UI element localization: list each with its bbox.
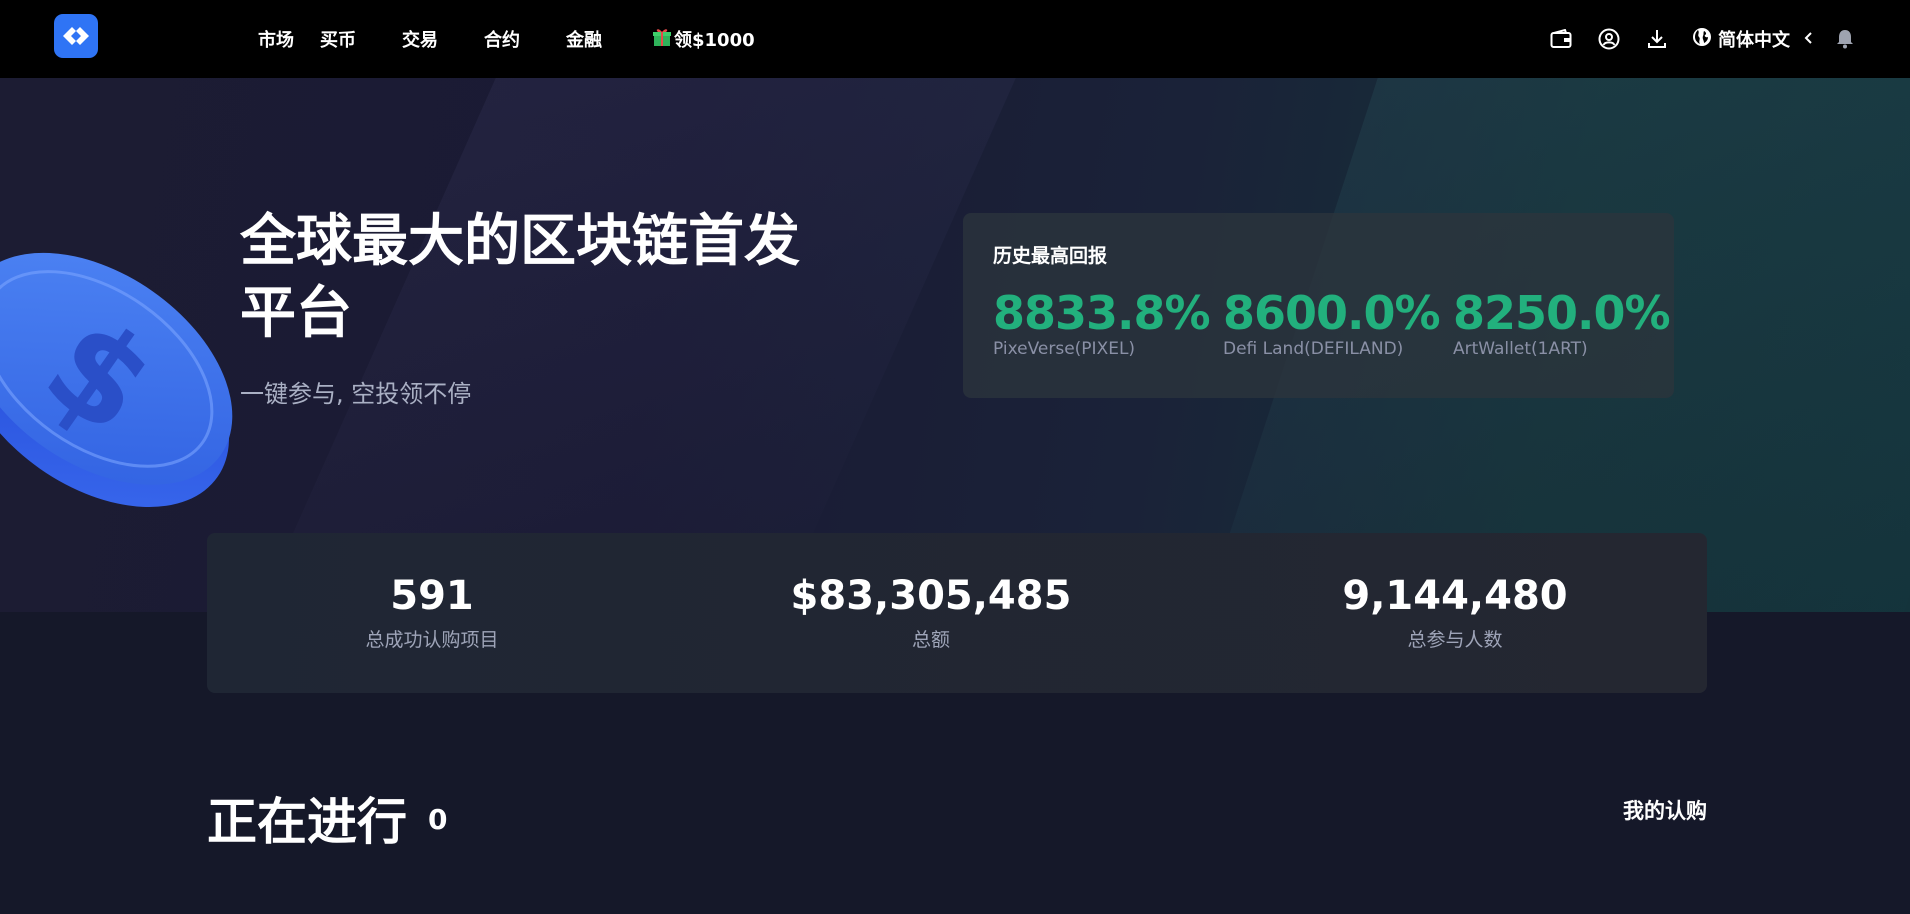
stat-label: 总参与人数: [1407, 629, 1503, 651]
stat-value: 591: [390, 573, 474, 619]
stat-label: 总额: [911, 629, 950, 651]
ongoing-count: 0: [428, 803, 448, 836]
stat-value: 9,144,480: [1342, 573, 1568, 619]
my-subscriptions-link[interactable]: 我的认购: [1623, 795, 1707, 825]
return-item-3[interactable]: 8250.0% ArtWallet(1ART): [1453, 286, 1671, 359]
top-returns-title: 历史最高回报: [993, 245, 1108, 267]
download-icon[interactable]: [1644, 26, 1670, 52]
nav-item-finance[interactable]: 金融: [566, 26, 602, 52]
top-returns-card: 历史最高回报 8833.8% PixeVerse(PIXEL) 8600.0% …: [963, 213, 1674, 398]
return-project-name: PixeVerse(PIXEL): [993, 339, 1136, 359]
return-project-name: ArtWallet(1ART): [1453, 339, 1588, 359]
logo-icon[interactable]: [54, 14, 98, 58]
dollar-coin-icon: $: [0, 198, 260, 548]
promo-label: 领$1000: [674, 30, 755, 51]
user-icon[interactable]: [1596, 26, 1622, 52]
header-tools: 简体中文: [1548, 0, 1858, 78]
globe-icon: [1692, 27, 1712, 52]
chevron-left-icon: [1804, 29, 1814, 50]
nav-item-market[interactable]: 市场: [258, 26, 294, 52]
hero-subtitle: 一键参与, 空投领不停: [240, 380, 472, 408]
stat-total-amount: $83,305,485 总额: [731, 571, 1131, 652]
language-selector[interactable]: 简体中文: [1692, 26, 1814, 52]
bell-icon[interactable]: [1832, 26, 1858, 52]
return-item-1[interactable]: 8833.8% PixeVerse(PIXEL): [993, 286, 1211, 359]
main-nav: 市场 买币 交易 合约 金融 领$1000: [258, 0, 755, 78]
stat-projects: 591 总成功认购项目: [232, 571, 632, 652]
hero-title: 全球最大的区块链首发平台: [240, 209, 800, 346]
stat-participants: 9,144,480 总参与人数: [1255, 571, 1655, 652]
language-label: 简体中文: [1718, 30, 1790, 51]
top-navigation-bar: 市场 买币 交易 合约 金融 领$1000 简体中文: [0, 0, 1910, 78]
nav-item-futures[interactable]: 合约: [484, 26, 520, 52]
return-item-2[interactable]: 8600.0% Defi Land(DEFILAND): [1223, 286, 1441, 359]
wallet-icon[interactable]: [1548, 26, 1574, 52]
gift-icon: [652, 27, 672, 52]
ongoing-section-title: 正在进行: [207, 793, 407, 851]
nav-item-trade[interactable]: 交易: [402, 26, 438, 52]
platform-stats: 591 总成功认购项目 $83,305,485 总额 9,144,480 总参与…: [207, 533, 1707, 693]
return-project-name: Defi Land(DEFILAND): [1223, 339, 1404, 359]
stat-value: $83,305,485: [790, 573, 1072, 619]
nav-item-buy-crypto[interactable]: 买币: [320, 26, 356, 52]
return-percent: 8833.8%: [993, 286, 1211, 340]
return-percent: 8250.0%: [1453, 286, 1671, 340]
return-percent: 8600.0%: [1223, 286, 1441, 340]
hero-banner: $ 全球最大的区块链首发平台 一键参与, 空投领不停 历史最高回报 8833.8…: [0, 78, 1910, 612]
stat-label: 总成功认购项目: [365, 629, 499, 651]
nav-item-promo[interactable]: 领$1000: [652, 26, 755, 52]
